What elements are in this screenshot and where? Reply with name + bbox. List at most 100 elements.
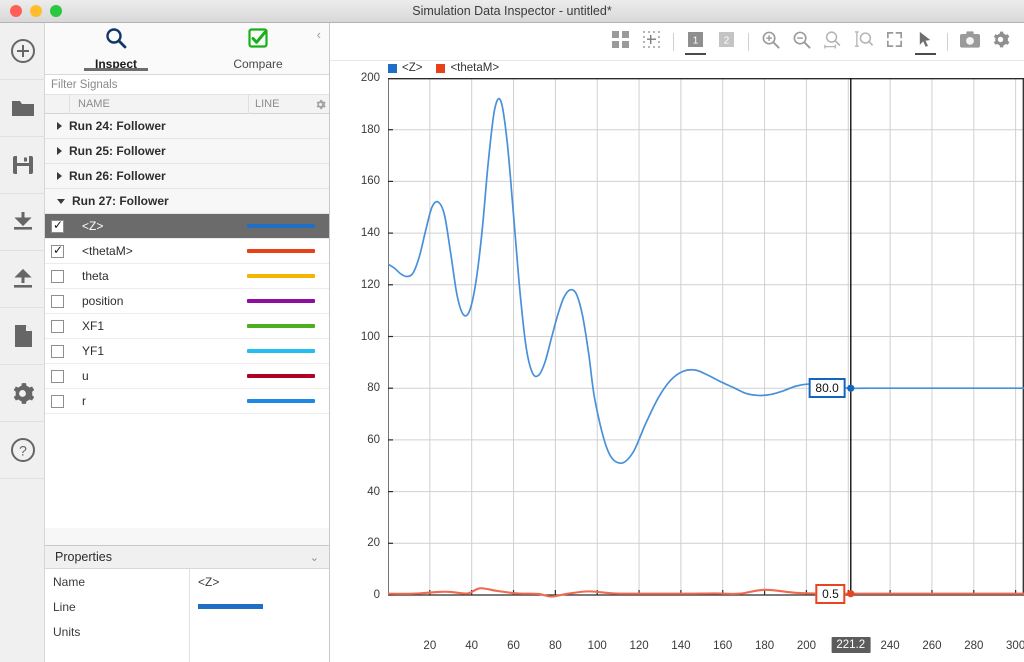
new-file-icon-button[interactable] bbox=[0, 308, 45, 365]
signal-line-swatch-cell[interactable] bbox=[247, 249, 329, 253]
chevron-down-icon[interactable] bbox=[57, 198, 65, 204]
signal-row[interactable]: YF1 bbox=[45, 339, 329, 364]
signal-row[interactable]: position bbox=[45, 289, 329, 314]
tab-inspect[interactable]: Inspect bbox=[45, 23, 187, 74]
checkbox-icon[interactable] bbox=[51, 319, 64, 333]
add-icon-button[interactable] bbox=[0, 23, 45, 80]
y-tick-label: 60 bbox=[367, 433, 380, 446]
help-icon-button[interactable]: ? bbox=[0, 422, 45, 479]
zoom-in-icon bbox=[761, 30, 780, 54]
plot-panel: 12 <Z> <thetaM> 0 20 40 60 80 100 120 140 160 180… bbox=[330, 23, 1024, 662]
signal-checkbox[interactable] bbox=[45, 294, 70, 308]
fit-to-view-icon-button[interactable] bbox=[881, 28, 908, 55]
layout-one-icon-button[interactable]: 1 bbox=[682, 28, 709, 55]
checkbox-icon[interactable] bbox=[51, 243, 64, 258]
tab-compare[interactable]: Compare bbox=[187, 23, 329, 74]
layout-two-icon-button[interactable]: 2 bbox=[713, 28, 740, 55]
x-tick-label: 40 bbox=[465, 640, 479, 652]
signal-checkbox[interactable] bbox=[45, 319, 70, 333]
export-icon-button[interactable] bbox=[0, 251, 45, 308]
properties-header[interactable]: Properties ⌄ bbox=[45, 545, 329, 569]
chevron-down-icon[interactable]: ⌄ bbox=[310, 551, 319, 564]
checkbox-icon[interactable] bbox=[51, 218, 64, 233]
run-row[interactable]: Run 26: Follower bbox=[45, 164, 329, 189]
signal-row[interactable]: theta bbox=[45, 264, 329, 289]
preferences-gear-icon-button[interactable] bbox=[0, 365, 45, 422]
y-tick-label: 120 bbox=[360, 278, 380, 291]
subplot-grid-icon-button[interactable] bbox=[607, 28, 634, 55]
plot-canvas-wrapper: 0 20 40 60 80 100 120 140 160 180 200 20 40 60 80 100 1… bbox=[330, 72, 1024, 662]
snapshot-icon-button[interactable] bbox=[956, 28, 983, 55]
signal-checkbox[interactable] bbox=[45, 243, 70, 258]
signal-name: XF1 bbox=[82, 319, 105, 333]
signal-name: <Z> bbox=[82, 219, 104, 233]
toolbar-separator bbox=[673, 32, 674, 51]
cursor-icon-button[interactable] bbox=[912, 28, 939, 55]
signal-row[interactable]: <thetaM> bbox=[45, 239, 329, 264]
signal-row[interactable]: r bbox=[45, 389, 329, 414]
checkbox-icon[interactable] bbox=[51, 394, 64, 408]
signal-row[interactable]: u bbox=[45, 364, 329, 389]
signal-browser-panel: Inspect Compare ‹ Filter Signals NAME LI… bbox=[45, 23, 330, 662]
collapse-panel-chevron-icon[interactable]: ‹ bbox=[317, 28, 321, 41]
run-row[interactable]: Run 25: Follower bbox=[45, 139, 329, 164]
folder-icon bbox=[10, 97, 36, 119]
signal-checkbox[interactable] bbox=[45, 369, 70, 383]
chevron-right-icon[interactable] bbox=[57, 172, 62, 180]
save-icon-button[interactable] bbox=[0, 137, 45, 194]
signal-line-swatch-cell[interactable] bbox=[247, 349, 329, 353]
chevron-right-icon[interactable] bbox=[57, 122, 62, 130]
legend-item-thetam[interactable]: <thetaM> bbox=[436, 62, 499, 74]
column-settings-gear-icon[interactable] bbox=[311, 99, 329, 110]
data-cursor-marker-2 bbox=[847, 590, 855, 598]
sparse-grid-icon-button[interactable] bbox=[638, 28, 665, 55]
zoom-y-icon-button[interactable] bbox=[850, 28, 877, 55]
run-row[interactable]: Run 27: Follower bbox=[45, 189, 329, 214]
signal-line-swatch-cell[interactable] bbox=[247, 399, 329, 403]
data-tip-2[interactable]: 0.5 bbox=[815, 583, 846, 604]
signal-row[interactable]: XF1 bbox=[45, 314, 329, 339]
magnifier-icon bbox=[104, 26, 128, 55]
window-title: Simulation Data Inspector - untitled* bbox=[412, 4, 612, 18]
signal-row[interactable]: <Z> bbox=[45, 214, 329, 239]
legend-swatch-z bbox=[388, 63, 397, 73]
run-row[interactable]: Run 24: Follower bbox=[45, 114, 329, 139]
x-tick-label: 300 bbox=[1006, 640, 1024, 652]
legend-item-z[interactable]: <Z> bbox=[388, 62, 422, 74]
folder-icon-button[interactable] bbox=[0, 80, 45, 137]
x-tick-label: 60 bbox=[507, 640, 520, 652]
cursor-icon bbox=[916, 30, 935, 54]
filter-signals-input[interactable]: Filter Signals bbox=[45, 75, 329, 95]
signal-tree: Run 24: Follower Run 25: Follower Run 26: … bbox=[45, 114, 329, 528]
properties-title: Properties bbox=[55, 550, 112, 564]
chevron-right-icon[interactable] bbox=[57, 147, 62, 155]
data-tip-1[interactable]: 80.0 bbox=[808, 378, 846, 399]
zoom-out-icon-button[interactable] bbox=[788, 28, 815, 55]
import-icon-button[interactable] bbox=[0, 194, 45, 251]
zoom-x-icon-button[interactable] bbox=[819, 28, 846, 55]
checkbox-green-icon bbox=[246, 26, 270, 55]
signal-line-swatch-cell[interactable] bbox=[247, 374, 329, 378]
cursor-x-value-badge[interactable]: 221.2 bbox=[831, 637, 871, 653]
checkbox-icon[interactable] bbox=[51, 294, 64, 308]
line-color-swatch bbox=[247, 224, 315, 228]
toolbar-separator bbox=[748, 32, 749, 51]
signal-checkbox[interactable] bbox=[45, 218, 70, 233]
signal-line-swatch-cell[interactable] bbox=[247, 274, 329, 278]
zoom-in-icon-button[interactable] bbox=[757, 28, 784, 55]
signal-line-swatch-cell[interactable] bbox=[247, 324, 329, 328]
checkbox-icon[interactable] bbox=[51, 369, 64, 383]
y-tick-label: 0 bbox=[373, 589, 380, 601]
plot-canvas[interactable] bbox=[388, 78, 1024, 623]
run-label: Run 24: Follower bbox=[69, 119, 166, 133]
column-name-label: NAME bbox=[70, 94, 249, 114]
property-value bbox=[190, 619, 329, 644]
signal-checkbox[interactable] bbox=[45, 394, 70, 408]
signal-checkbox[interactable] bbox=[45, 269, 70, 283]
checkbox-icon[interactable] bbox=[51, 269, 64, 283]
signal-line-swatch-cell[interactable] bbox=[247, 224, 329, 228]
signal-line-swatch-cell[interactable] bbox=[247, 299, 329, 303]
settings-gear-icon-button[interactable] bbox=[987, 28, 1014, 55]
checkbox-icon[interactable] bbox=[51, 344, 64, 358]
signal-checkbox[interactable] bbox=[45, 344, 70, 358]
